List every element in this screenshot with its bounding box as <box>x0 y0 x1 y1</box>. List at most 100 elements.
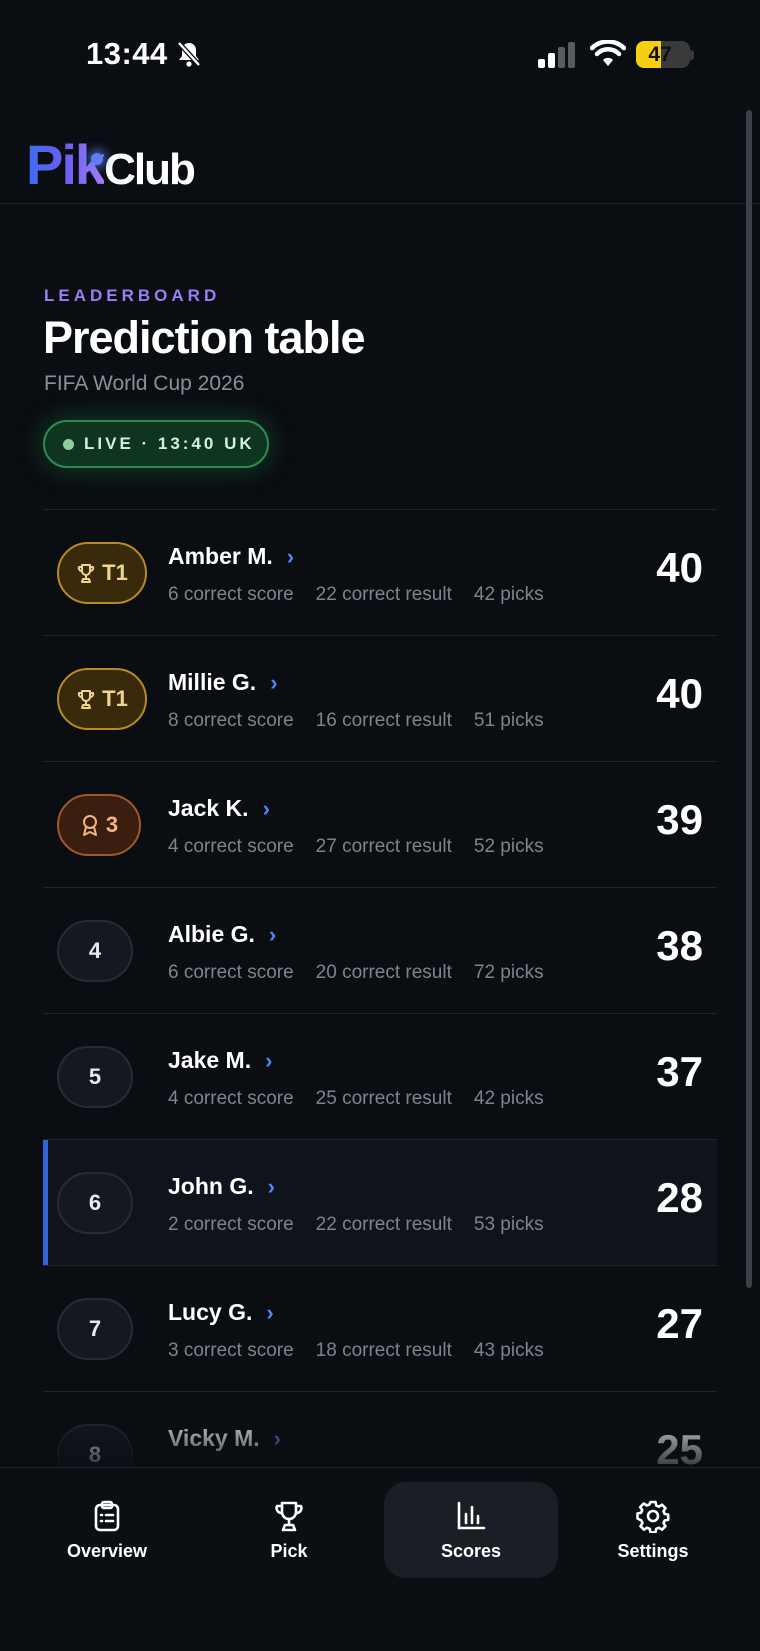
rank-label: T1 <box>102 560 128 585</box>
rank-label: 6 <box>88 1190 102 1215</box>
points-total: 39 <box>656 796 703 843</box>
clipboard-icon <box>94 1500 120 1531</box>
player-name: John G. <box>168 1173 254 1199</box>
player-name-link[interactable]: Jack K. › <box>168 795 270 822</box>
player-name: Jack K. <box>168 795 249 821</box>
logo-club-text: Club <box>104 145 196 194</box>
player-name: Jake M. <box>168 1047 252 1073</box>
correct-score-count: 8 correct score <box>168 710 294 731</box>
correct-result-count: 27 correct result <box>315 836 452 857</box>
points-total: 38 <box>656 922 703 969</box>
status-bar: 13:44 47 <box>0 0 760 110</box>
player-stats: 8 correct score 16 correct result 51 picks <box>168 710 566 732</box>
rank-badge: 4 <box>57 920 133 982</box>
player-stats: 6 correct score 20 correct result 72 picks <box>168 962 566 984</box>
page-subtitle: FIFA World Cup 2026 <box>44 372 245 395</box>
player-name: Lucy G. <box>168 1299 253 1325</box>
rank-badge: T1 <box>57 668 147 730</box>
scrollbar[interactable] <box>746 110 752 1288</box>
player-name-link[interactable]: Amber M. › <box>168 543 294 570</box>
chevron-right-icon: › <box>262 795 270 821</box>
picks-count: 43 picks <box>473 1340 544 1361</box>
player-name-link[interactable]: Jake M. › <box>168 1047 272 1074</box>
live-status-badge: LIVE · 13:40 UK <box>43 420 269 468</box>
rank-label: 3 <box>105 812 119 837</box>
chevron-right-icon: › <box>266 1299 274 1325</box>
signal-icon <box>538 42 575 68</box>
trophy-icon <box>77 564 95 583</box>
picks-count: 53 picks <box>473 1214 544 1235</box>
rank-badge: T1 <box>57 542 147 604</box>
bottom-nav: Overview Pick Scores Settings <box>0 1467 760 1651</box>
status-time: 13:44 <box>86 36 168 71</box>
scroll-fade <box>0 1400 760 1470</box>
chevron-right-icon: › <box>286 543 295 569</box>
correct-result-count: 25 correct result <box>315 1088 452 1109</box>
medal-icon <box>82 815 97 836</box>
leaderboard-row[interactable]: 6 John G. › 2 correct score 22 correct resul… <box>43 1140 717 1266</box>
logo-glow-dot <box>91 153 103 165</box>
wifi-icon <box>590 40 626 66</box>
correct-result-count: 22 correct result <box>315 1214 452 1235</box>
points-total: 37 <box>656 1048 703 1095</box>
player-name: Amber M. <box>168 543 273 569</box>
live-status-text: LIVE · 13:40 UK <box>84 434 255 453</box>
correct-result-count: 20 correct result <box>315 962 452 983</box>
picks-count: 42 picks <box>473 584 544 605</box>
leaderboard-row[interactable]: T1 Amber M. › 6 correct score 22 correct res… <box>43 510 717 636</box>
picks-count: 42 picks <box>473 1088 544 1109</box>
leaderboard-row[interactable]: T1 Millie G. › 8 correct score 16 correct re… <box>43 636 717 762</box>
points-total: 27 <box>656 1300 703 1347</box>
correct-result-count: 22 correct result <box>315 584 452 605</box>
bell-muted-icon <box>177 41 201 67</box>
battery-level: 47 <box>648 43 672 66</box>
trophy-icon <box>77 690 95 709</box>
nav-overview-label: Overview <box>66 1540 148 1561</box>
correct-result-count: 16 correct result <box>315 710 452 731</box>
player-stats: 4 correct score 27 correct result 52 picks <box>168 836 566 858</box>
picks-count: 72 picks <box>473 962 544 983</box>
pikclub-logo[interactable]: PikClub <box>26 132 196 197</box>
correct-score-count: 6 correct score <box>168 962 294 983</box>
nav-scores-label: Scores <box>440 1540 502 1561</box>
correct-result-count: 18 correct result <box>315 1340 452 1361</box>
leaderboard-row[interactable]: 3 Jack K. › 4 correct score 27 correct resul… <box>43 762 717 888</box>
rank-badge: 7 <box>57 1298 133 1360</box>
battery-cap <box>690 50 694 60</box>
chevron-right-icon: › <box>265 1047 273 1073</box>
nav-pick[interactable]: Pick <box>202 1482 376 1578</box>
rank-badge: 6 <box>57 1172 133 1234</box>
player-name-link[interactable]: Millie G. › <box>168 669 278 696</box>
leaderboard-row[interactable]: 4 Albie G. › 6 correct score 20 correct resu… <box>43 888 717 1014</box>
player-stats: 4 correct score 25 correct result 42 picks <box>168 1088 566 1110</box>
leaderboard-row[interactable]: 7 Lucy G. › 3 correct score 18 correct resul… <box>43 1266 717 1392</box>
player-name-link[interactable]: John G. › <box>168 1173 275 1200</box>
gear-icon <box>636 1500 670 1533</box>
live-dot <box>63 438 74 450</box>
current-user-indicator <box>43 1140 48 1265</box>
picks-count: 52 picks <box>473 836 544 857</box>
logo-pik-text: Pik <box>26 133 106 196</box>
rank-label: T1 <box>102 686 128 711</box>
player-name-link[interactable]: Albie G. › <box>168 921 276 948</box>
correct-score-count: 4 correct score <box>168 836 294 857</box>
page-title: Prediction table <box>43 312 366 363</box>
correct-score-count: 3 correct score <box>168 1340 294 1361</box>
points-total: 40 <box>656 544 703 591</box>
chevron-right-icon: › <box>270 669 278 695</box>
leaderboard-table: T1 Amber M. › 6 correct score 22 correct res… <box>43 509 717 1518</box>
correct-score-count: 4 correct score <box>168 1088 294 1109</box>
nav-settings[interactable]: Settings <box>566 1482 740 1578</box>
player-stats: 2 correct score 22 correct result 53 picks <box>168 1214 566 1236</box>
correct-score-count: 6 correct score <box>168 584 294 605</box>
nav-scores[interactable]: Scores <box>384 1482 558 1578</box>
player-name: Millie G. <box>168 669 257 695</box>
picks-count: 51 picks <box>473 710 544 731</box>
rank-label: 4 <box>88 938 102 963</box>
rank-badge: 5 <box>57 1046 133 1108</box>
leaderboard-row[interactable]: 5 Jake M. › 4 correct score 25 correct resul… <box>43 1014 717 1140</box>
bar-chart-icon <box>457 1501 486 1529</box>
player-name-link[interactable]: Lucy G. › <box>168 1299 274 1326</box>
rank-label: 7 <box>88 1316 102 1341</box>
nav-overview[interactable]: Overview <box>20 1482 194 1578</box>
